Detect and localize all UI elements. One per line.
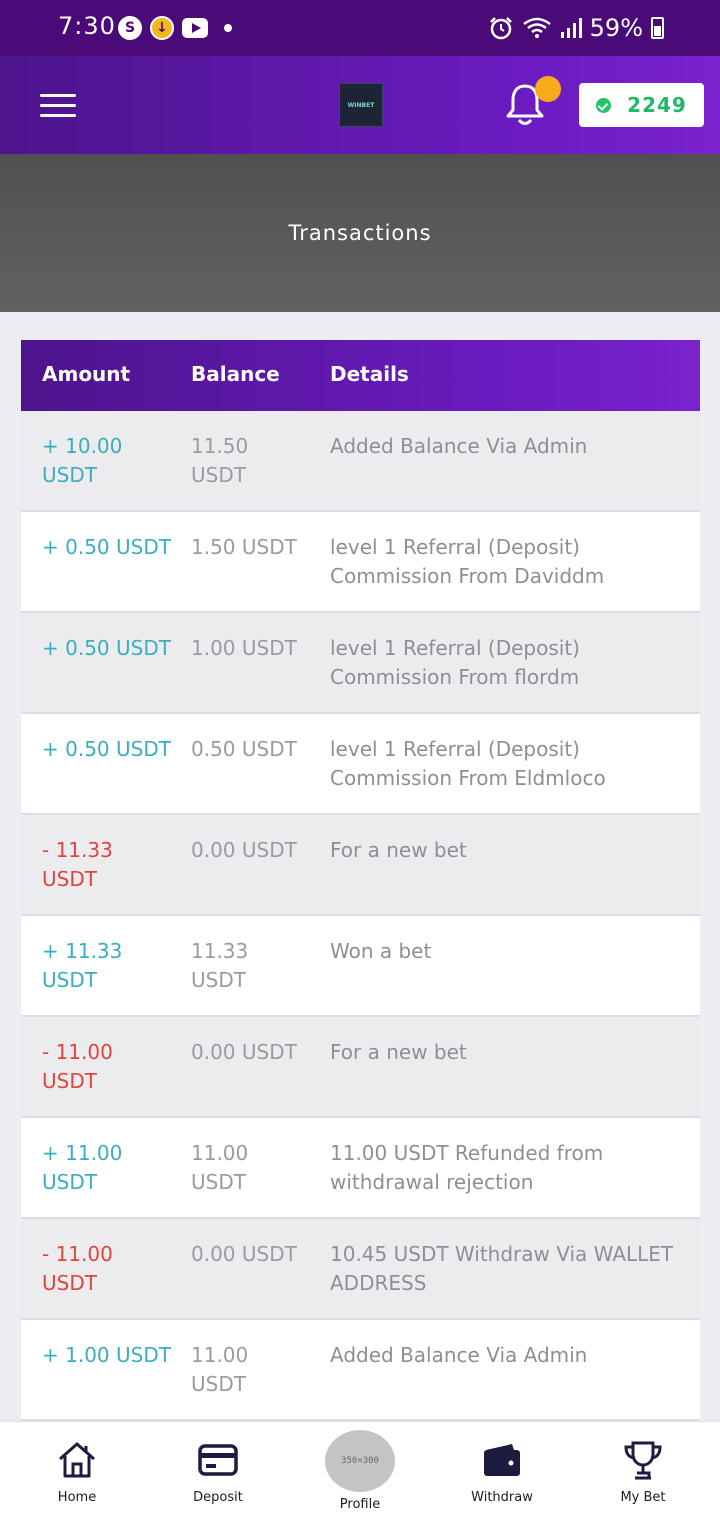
wallet-icon — [484, 1444, 520, 1476]
row-amount: - 11.00 USDT — [42, 1242, 113, 1295]
status-notifications: S ↓ — [118, 16, 232, 40]
row-details: Added Balance Via Admin — [330, 1343, 588, 1367]
trophy-icon — [624, 1441, 662, 1480]
page-banner: Transactions — [0, 154, 720, 312]
row-amount: + 11.00 USDT — [42, 1141, 123, 1194]
table-row: + 0.50 USDT 1.00 USDT level 1 Referral (De… — [21, 613, 700, 714]
notification-badge — [535, 76, 561, 102]
row-balance: 11.33 USDT — [191, 939, 249, 992]
card-icon — [198, 1444, 238, 1476]
row-amount: - 11.33 USDT — [42, 838, 113, 891]
status-bar: 7:30 S ↓ 59% — [0, 0, 720, 56]
row-balance: 0.00 USDT — [191, 838, 297, 862]
dot-icon — [224, 24, 232, 32]
row-details: For a new bet — [330, 1040, 467, 1064]
nav-withdraw[interactable]: Withdraw — [442, 1422, 562, 1520]
nav-profile[interactable]: 350×300 Profile — [300, 1422, 420, 1520]
alarm-icon — [489, 17, 512, 40]
transactions-table: Amount Balance Details + 10.00 USDT 11.50… — [21, 340, 700, 1421]
row-balance: 1.00 USDT — [191, 636, 297, 660]
row-amount: + 0.50 USDT — [42, 636, 171, 660]
row-balance: 0.00 USDT — [191, 1040, 297, 1064]
row-amount: + 0.50 USDT — [42, 737, 171, 761]
table-row: + 11.33 USDT 11.33 USDT Won a bet — [21, 916, 700, 1017]
nav-my-bet-label: My Bet — [620, 1490, 666, 1505]
balance-value: 2249 — [627, 93, 687, 117]
app-logo[interactable]: WINBET — [339, 83, 383, 127]
header-amount: Amount — [42, 362, 131, 386]
table-row: + 11.00 USDT 11.00 USDT 11.00 USDT Refunde… — [21, 1118, 700, 1219]
check-circle-icon — [596, 97, 612, 113]
s-icon: S — [118, 16, 142, 40]
row-balance: 0.00 USDT — [191, 1242, 297, 1266]
app-header: WINBET 2249 — [0, 56, 720, 154]
row-amount: - 11.00 USDT — [42, 1040, 113, 1093]
status-time: 7:30 — [58, 12, 116, 40]
nav-deposit[interactable]: Deposit — [158, 1422, 278, 1520]
row-balance: 11.00 USDT — [191, 1343, 249, 1396]
row-amount: + 11.33 USDT — [42, 939, 123, 992]
row-balance: 1.50 USDT — [191, 535, 297, 559]
table-row: + 1.00 USDT 11.00 USDT Added Balance Via A… — [21, 1320, 700, 1421]
balance-chip[interactable]: 2249 — [579, 83, 704, 127]
avatar: 350×300 — [325, 1430, 395, 1492]
table-row: - 11.00 USDT 0.00 USDT 10.45 USDT Withdraw… — [21, 1219, 700, 1320]
nav-my-bet[interactable]: My Bet — [583, 1422, 703, 1520]
row-amount: + 10.00 USDT — [42, 434, 123, 487]
home-icon — [59, 1442, 95, 1478]
row-balance: 0.50 USDT — [191, 737, 297, 761]
row-amount: + 0.50 USDT — [42, 535, 171, 559]
download-icon: ↓ — [150, 16, 174, 40]
row-details: 10.45 USDT Withdraw Via WALLET ADDRESS — [330, 1242, 674, 1295]
row-details: level 1 Referral (Deposit) Commission Fr… — [330, 737, 606, 790]
table-row: - 11.33 USDT 0.00 USDT For a new bet — [21, 815, 700, 916]
table-row: + 10.00 USDT 11.50 USDT Added Balance Via … — [21, 411, 700, 512]
row-amount: + 1.00 USDT — [42, 1343, 171, 1367]
header-details: Details — [330, 362, 409, 386]
page-title: Transactions — [288, 221, 432, 245]
menu-icon[interactable] — [40, 94, 76, 118]
row-details: For a new bet — [330, 838, 467, 862]
nav-home[interactable]: Home — [17, 1422, 137, 1520]
row-details: level 1 Referral (Deposit) Commission Fr… — [330, 535, 605, 588]
nav-deposit-label: Deposit — [193, 1490, 243, 1505]
row-balance: 11.50 USDT — [191, 434, 249, 487]
row-details: 11.00 USDT Refunded from withdrawal reje… — [330, 1141, 604, 1194]
table-row: + 0.50 USDT 1.50 USDT level 1 Referral (De… — [21, 512, 700, 613]
table-body: + 10.00 USDT 11.50 USDT Added Balance Via … — [21, 411, 700, 1421]
nav-profile-label: Profile — [339, 1497, 381, 1512]
table-header: Amount Balance Details — [21, 340, 700, 411]
status-system-icons: 59% — [488, 14, 664, 42]
row-details: Won a bet — [330, 939, 432, 963]
row-balance: 11.00 USDT — [191, 1141, 249, 1194]
signal-icon — [560, 18, 582, 38]
battery-percent: 59% — [589, 14, 643, 42]
nav-home-label: Home — [57, 1490, 97, 1505]
header-balance: Balance — [191, 362, 280, 386]
row-details: level 1 Referral (Deposit) Commission Fr… — [330, 636, 580, 689]
nav-withdraw-label: Withdraw — [471, 1490, 533, 1505]
row-details: Added Balance Via Admin — [330, 434, 588, 458]
wifi-icon — [522, 17, 551, 38]
battery-icon — [651, 17, 664, 39]
table-row: + 0.50 USDT 0.50 USDT level 1 Referral (De… — [21, 714, 700, 815]
table-row: - 11.00 USDT 0.00 USDT For a new bet — [21, 1017, 700, 1118]
bottom-nav: Home Deposit 350×300 Profile Withdraw My… — [0, 1421, 720, 1520]
youtube-icon — [182, 18, 208, 38]
